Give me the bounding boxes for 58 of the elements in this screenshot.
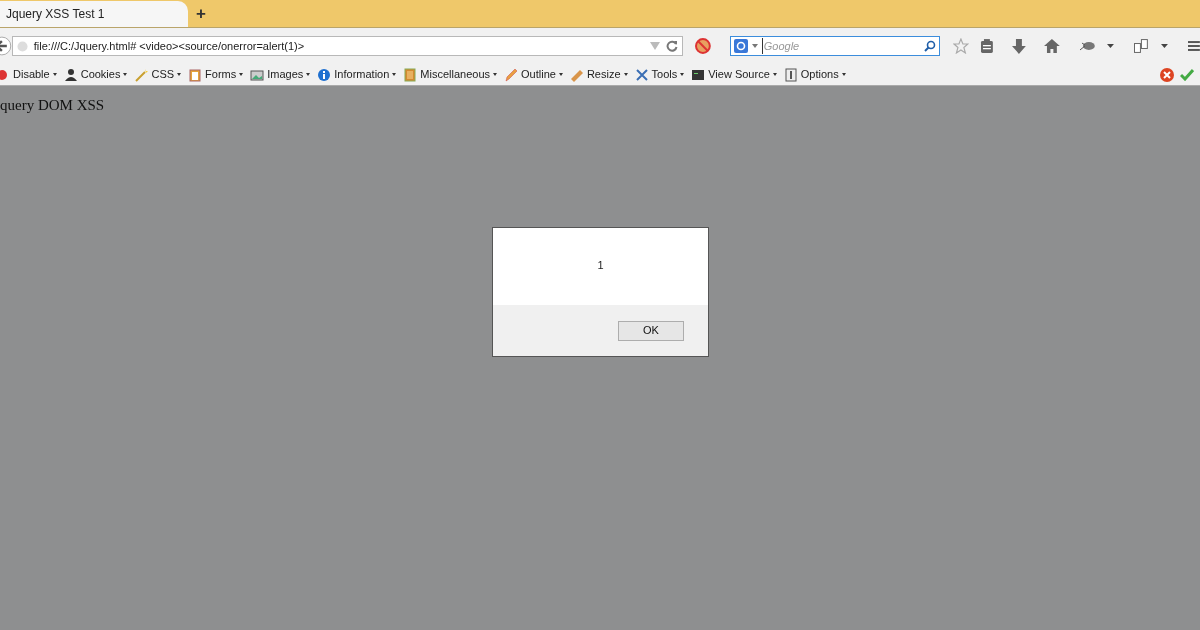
caret-icon — [306, 73, 311, 76]
caret-icon — [623, 73, 628, 76]
wand-icon — [134, 67, 149, 82]
error-icon[interactable] — [1160, 67, 1174, 82]
caret-icon[interactable] — [1161, 44, 1169, 48]
ok-button[interactable]: OK — [618, 320, 684, 341]
caret-icon — [52, 73, 57, 76]
search-field[interactable]: Google — [729, 36, 941, 56]
caret-icon — [772, 73, 777, 76]
caret-icon[interactable] — [1107, 44, 1115, 48]
browser-tab[interactable]: Jquery XSS Test 1 — [0, 1, 188, 27]
toolbar-menu-button[interactable]: Options — [783, 66, 846, 83]
caret-icon — [177, 73, 182, 76]
blocked-addon-icon[interactable] — [694, 38, 711, 54]
page-heading: query DOM XSS — [0, 96, 106, 115]
clipboard-icon[interactable] — [980, 38, 994, 54]
person-icon — [63, 67, 78, 82]
disable-icon — [0, 67, 10, 82]
caret-icon[interactable] — [751, 44, 758, 48]
search-icon[interactable] — [924, 40, 937, 52]
pages-icon[interactable] — [1134, 39, 1149, 53]
reload-icon[interactable] — [665, 40, 678, 52]
url-text: file:///C:/Jquery.html# <video><source/onerror=alert(1)> — [33, 38, 305, 54]
caret-icon — [558, 73, 563, 76]
toolbar-menu-button[interactable]: Miscellaneous — [403, 66, 498, 83]
toolbar-menu-button[interactable]: Forms — [188, 66, 244, 83]
image-icon — [250, 67, 265, 82]
caret-icon — [239, 73, 244, 76]
clipboard-icon — [188, 67, 203, 82]
caret-icon — [680, 73, 685, 76]
toolbar-menu-button[interactable]: Images — [250, 66, 311, 83]
options-icon — [783, 67, 798, 82]
alert-message: 1 — [597, 258, 604, 274]
search-input[interactable]: Google — [761, 37, 925, 55]
new-tab-button[interactable]: + — [196, 5, 206, 22]
ruler-icon — [569, 67, 584, 82]
home-icon[interactable] — [1043, 39, 1060, 53]
caret-icon — [493, 73, 498, 76]
pencil-icon — [504, 67, 519, 82]
toolbar-menu-button[interactable]: Outline — [504, 66, 563, 83]
menu-icon[interactable] — [1188, 40, 1200, 52]
caret-icon — [392, 73, 397, 76]
caret-icon — [841, 73, 846, 76]
download-icon[interactable] — [1012, 38, 1026, 54]
toolbar-menu-button[interactable]: Information — [317, 66, 397, 83]
toolbar-menu-button[interactable]: Disable — [0, 66, 57, 83]
toolbar-menu-button[interactable]: Resize — [569, 66, 628, 83]
book-icon — [403, 67, 418, 82]
toolbar-menu-button[interactable]: Tools — [634, 66, 685, 83]
star-icon[interactable] — [953, 38, 970, 54]
toolbar-menu-button[interactable]: View Source — [691, 66, 777, 83]
caret-icon — [123, 73, 128, 76]
terminal-icon — [691, 67, 706, 82]
info-icon — [317, 67, 332, 82]
globe-icon — [16, 40, 28, 52]
toolbar-menu-button[interactable]: Cookies — [63, 66, 128, 83]
toolbar-menu-button[interactable]: CSS — [134, 66, 182, 83]
checkmark-icon[interactable] — [1180, 68, 1194, 81]
